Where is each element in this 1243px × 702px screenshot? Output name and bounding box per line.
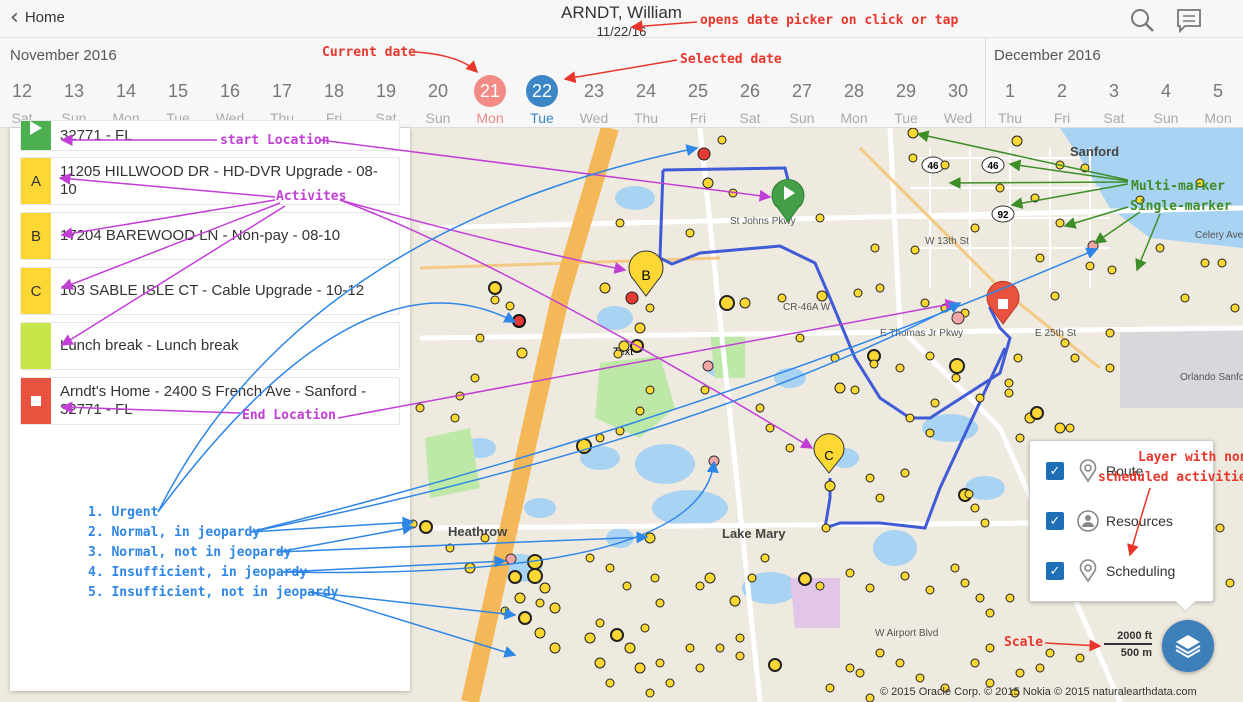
- annotation-single-marker: Single-marker: [1130, 199, 1232, 214]
- annotation-scale: Scale: [1004, 635, 1044, 650]
- annotation-current-date: Current date: [322, 45, 416, 60]
- annotation-activities: Activites: [276, 189, 347, 204]
- legend-insufficient-jeopardy: 4. Insufficient, in jeopardy: [88, 565, 308, 580]
- annotation-layer-note: Layer with non-: [1138, 450, 1243, 465]
- legend-normal-not-jeopardy: 3. Normal, not in jeopardy: [88, 545, 292, 560]
- annotation-end-location: End Location: [242, 408, 336, 423]
- annotation-multi-marker: Multi-marker: [1131, 179, 1225, 194]
- annotation-date-picker: opens date picker on click or tap: [700, 13, 959, 28]
- annotation-selected-date: Selected date: [680, 52, 782, 67]
- annotation-start-location: start Location: [220, 133, 330, 148]
- legend-insufficient-not-jeopardy: 5. Insufficient, not in jeopardy: [88, 585, 339, 600]
- legend-normal-jeopardy: 2. Normal, in jeopardy: [88, 525, 261, 540]
- annotation-layer-note: scheduled activities: [1098, 470, 1243, 485]
- legend-urgent: 1. Urgent: [88, 505, 159, 520]
